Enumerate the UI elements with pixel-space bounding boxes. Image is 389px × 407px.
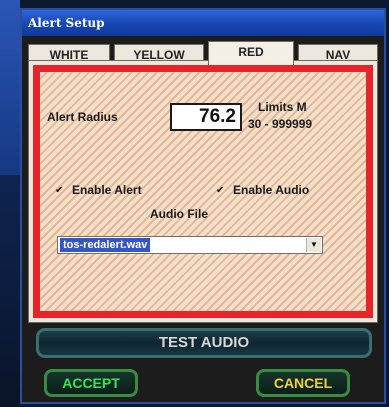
window-title: Alert Setup xyxy=(22,10,384,36)
alert-radius-field[interactable]: 76.2 xyxy=(170,103,242,131)
audio-file-value: tos-redalert.wav xyxy=(60,238,151,252)
tab-panel: Alert Radius 76.2 Limits M 30 - 999999 ✔… xyxy=(28,60,378,323)
audio-file-label: Audio File xyxy=(150,207,208,221)
alert-panel: Alert Radius 76.2 Limits M 30 - 999999 ✔… xyxy=(33,65,373,318)
limits-range: 30 - 999999 xyxy=(248,117,313,131)
alert-radius-label: Alert Radius xyxy=(47,110,118,124)
enable-alert-label: Enable Alert xyxy=(72,183,142,197)
background-strip xyxy=(0,0,20,407)
test-audio-button[interactable]: TEST AUDIO xyxy=(36,328,372,358)
chevron-down-icon[interactable]: ▼ xyxy=(306,238,321,252)
alert-setup-window: Alert Setup WHITE YELLOW RED NAV Alert R… xyxy=(20,8,386,404)
accept-button[interactable]: ACCEPT xyxy=(44,369,138,397)
check-icon: ✔ xyxy=(55,185,64,196)
tab-red[interactable]: RED xyxy=(208,41,294,65)
enable-audio-label: Enable Audio xyxy=(233,183,310,197)
enable-alert-checkbox[interactable]: ✔ xyxy=(55,186,65,196)
limits-label: Limits M xyxy=(258,100,307,114)
enable-audio-checkbox[interactable]: ✔ xyxy=(216,186,226,196)
audio-file-select[interactable]: tos-redalert.wav ▼ xyxy=(57,236,323,254)
tab-bar: WHITE YELLOW RED NAV xyxy=(28,40,378,65)
window-body: WHITE YELLOW RED NAV Alert Radius 76.2 L… xyxy=(22,36,384,402)
check-icon: ✔ xyxy=(216,185,225,196)
cancel-button[interactable]: CANCEL xyxy=(256,369,350,397)
